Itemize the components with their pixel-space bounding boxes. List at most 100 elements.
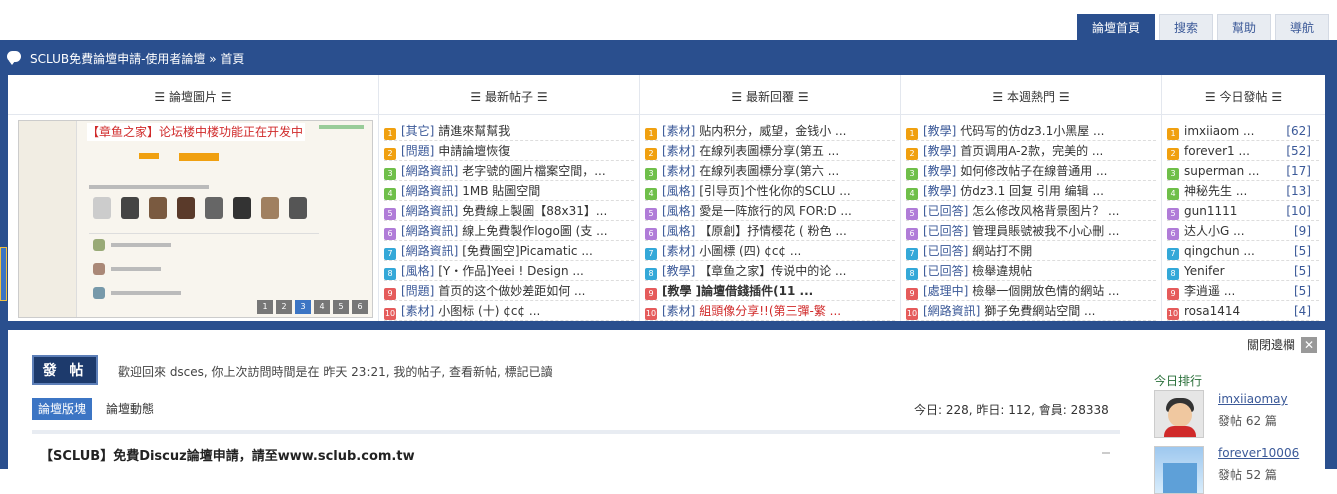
list-item[interactable]: 1 [教學] 代码写的仿dz3.1小黑屋 ... [906, 121, 1156, 141]
category-tag[interactable]: [網路資訊] [401, 224, 458, 238]
new-post-button[interactable]: 發 帖 [32, 355, 98, 385]
category-tag[interactable]: [教學] [923, 124, 956, 138]
category-tag[interactable]: [素材] [401, 304, 434, 318]
list-item[interactable]: 1 [其它] 請進來幫幫我 [384, 121, 634, 141]
thread-title[interactable]: 首页调用A-2款，完美的 ... [960, 144, 1103, 158]
tab-search[interactable]: 搜索 [1158, 14, 1213, 40]
close-sidebar-control[interactable]: 關閉邊欄 ✕ [1247, 336, 1317, 353]
poster-name[interactable]: qingchun ... [1184, 244, 1255, 258]
category-tag[interactable]: [素材] [662, 164, 695, 178]
thread-title[interactable]: [引导页]个性化你的SCLU ... [699, 184, 851, 198]
poster-name[interactable]: rosa1414 [1184, 304, 1240, 318]
list-item[interactable]: 3 [教學] 如何修改帖子在線普通用 ... [906, 161, 1156, 181]
category-tag[interactable]: [已回答] [923, 204, 968, 218]
announcement[interactable]: 【SCLUB】免費Discuz論壇申請，請至www.sclub.com.tw [40, 445, 415, 464]
category-tag[interactable]: [教學] [923, 164, 956, 178]
list-item[interactable]: 8 [教學] 【章鱼之家】传说中的论 ... [645, 261, 895, 281]
thread-title[interactable]: 在線列表圖標分享(第五 ... [699, 144, 839, 158]
poster-row[interactable]: 7 qingchun ... [5] [1167, 241, 1319, 261]
category-tag[interactable]: [已回答] [923, 264, 968, 278]
list-item[interactable]: 5 [已回答] 怎么修改风格背景图片？ ... [906, 201, 1156, 221]
category-tag[interactable]: [網路資訊] [401, 204, 458, 218]
poster-name[interactable]: forever1 ... [1184, 144, 1250, 158]
thread-title[interactable]: 愛是一阵旅行的风 FOR:D ... [699, 204, 852, 218]
category-tag[interactable]: [教學] [923, 184, 956, 198]
list-item[interactable]: 9 [教學 ]論壇借錢插件(11 ... [645, 281, 895, 301]
poster-name[interactable]: imxiiaom ... [1184, 124, 1254, 138]
thread-title[interactable]: 怎么修改风格背景图片？ ... [972, 204, 1119, 218]
list-item[interactable]: 6 [已回答] 管理員賬號被我不小心刪 ... [906, 221, 1156, 241]
avatar[interactable] [1154, 446, 1204, 494]
poster-name[interactable]: 李逍遥 ... [1184, 284, 1235, 298]
list-item[interactable]: 10 [網路資訊] 獅子免費網站空間 ... [906, 301, 1156, 321]
slideshow-image[interactable]: 【章鱼之家】论坛楼中楼功能正在开发中 1 2 3 4 5 6 [18, 120, 373, 318]
list-item[interactable]: 10 [素材] 小图标 (十) ¢c¢ ... [384, 301, 634, 321]
category-tag[interactable]: [素材] [662, 124, 695, 138]
tab-forum-sections[interactable]: 論壇版塊 [32, 398, 93, 420]
category-tag[interactable]: [風格] [662, 204, 695, 218]
avatar[interactable] [1154, 390, 1204, 438]
thread-title[interactable]: [免費圖空]Picamatic ... [462, 244, 593, 258]
thread-title[interactable]: 【原創】抒情樱花 ( 粉色 ... [699, 224, 847, 238]
thread-title[interactable]: 首页的这个做妙差距如何 ... [438, 284, 585, 298]
list-item[interactable]: 6 [網路資訊] 線上免費製作logo圖 (支 ... [384, 221, 634, 241]
list-item[interactable]: 7 [已回答] 網站打不開 [906, 241, 1156, 261]
category-tag[interactable]: [已回答] [923, 244, 968, 258]
list-item[interactable]: 4 [網路資訊] 1MB 貼圖空間 [384, 181, 634, 201]
thread-title[interactable]: 免費線上製圖【88x31】... [462, 204, 607, 218]
category-tag[interactable]: [網路資訊] [923, 304, 980, 318]
ranking-user-name[interactable]: forever10006 [1218, 446, 1299, 460]
poster-name[interactable]: 神秘先生 ... [1184, 184, 1247, 198]
tab-navigation[interactable]: 導航 [1274, 14, 1329, 40]
poster-row[interactable]: 9 李逍遥 ... [5] [1167, 281, 1319, 301]
list-item[interactable]: 8 [風格] [Y・作品]Yeei ! Design ... [384, 261, 634, 281]
poster-row[interactable]: 1 imxiiaom ... [62] [1167, 121, 1319, 141]
slide-page-button[interactable]: 1 [257, 300, 273, 314]
tab-help[interactable]: 幫助 [1216, 14, 1271, 40]
share-side-tab[interactable] [0, 247, 7, 301]
list-item[interactable]: 5 [網路資訊] 免費線上製圖【88x31】... [384, 201, 634, 221]
poster-name[interactable]: Yenifer [1184, 264, 1225, 278]
list-item[interactable]: 6 [風格] 【原創】抒情樱花 ( 粉色 ... [645, 221, 895, 241]
thread-title[interactable]: 小圖標 (四) ¢c¢ ... [699, 244, 801, 258]
thread-title[interactable]: 贴内积分，威望，金钱小 ... [699, 124, 846, 138]
category-tag[interactable]: [已回答] [923, 224, 968, 238]
list-item[interactable]: 3 [網路資訊] 老字號的圖片檔案空間，... [384, 161, 634, 181]
collapse-icon[interactable] [1102, 452, 1110, 454]
thread-title[interactable]: 【章鱼之家】传说中的论 ... [699, 264, 846, 278]
poster-name[interactable]: superman ... [1184, 164, 1260, 178]
thread-title[interactable]: 獅子免費網站空間 ... [984, 304, 1095, 318]
list-item[interactable]: 2 [教學] 首页调用A-2款，完美的 ... [906, 141, 1156, 161]
thread-title[interactable]: [Y・作品]Yeei ! Design ... [438, 264, 584, 278]
category-tag[interactable]: [其它] [401, 124, 434, 138]
slide-page-button[interactable]: 6 [352, 300, 368, 314]
list-item[interactable]: 1 [素材] 贴内积分，威望，金钱小 ... [645, 121, 895, 141]
category-tag[interactable]: [問題] [401, 284, 434, 298]
thread-title[interactable]: 請進來幫幫我 [438, 124, 510, 138]
category-tag[interactable]: [教學] [923, 144, 956, 158]
list-item[interactable]: 5 [風格] 愛是一阵旅行的风 FOR:D ... [645, 201, 895, 221]
close-sidebar-label[interactable]: 關閉邊欄 [1247, 336, 1295, 353]
list-item[interactable]: 9 [問題] 首页的这个做妙差距如何 ... [384, 281, 634, 301]
poster-row[interactable]: 5 gun1111 [10] [1167, 201, 1319, 221]
list-item[interactable]: 8 [已回答] 檢舉違規帖 [906, 261, 1156, 281]
thread-title[interactable]: 檢舉一個開放色情的網站 ... [972, 284, 1119, 298]
thread-title[interactable]: 如何修改帖子在線普通用 ... [960, 164, 1107, 178]
thread-title[interactable]: 仿dz3.1 回复 引用 编辑 ... [960, 184, 1104, 198]
thread-title[interactable]: 管理員賬號被我不小心刪 ... [972, 224, 1119, 238]
poster-row[interactable]: 8 Yenifer [5] [1167, 261, 1319, 281]
category-tag[interactable]: [風格] [662, 224, 695, 238]
poster-row[interactable]: 2 forever1 ... [52] [1167, 141, 1319, 161]
thread-title[interactable]: 申請論壇恢復 [438, 144, 510, 158]
poster-row[interactable]: 3 superman ... [17] [1167, 161, 1319, 181]
ranking-user-name[interactable]: imxiiaomay [1218, 392, 1288, 406]
list-item[interactable]: 4 [教學] 仿dz3.1 回复 引用 编辑 ... [906, 181, 1156, 201]
poster-row[interactable]: 6 达人小G ... [9] [1167, 221, 1319, 241]
thread-title[interactable]: 在線列表圖標分享(第六 ... [699, 164, 839, 178]
tab-forum-home[interactable]: 論壇首頁 [1076, 14, 1155, 40]
slide-page-button[interactable]: 2 [276, 300, 292, 314]
thread-title[interactable]: 檢舉違規帖 [972, 264, 1032, 278]
slideshow-caption[interactable]: 【章鱼之家】论坛楼中楼功能正在开发中 [87, 123, 305, 141]
slide-page-button[interactable]: 4 [314, 300, 330, 314]
close-icon[interactable]: ✕ [1301, 336, 1317, 353]
